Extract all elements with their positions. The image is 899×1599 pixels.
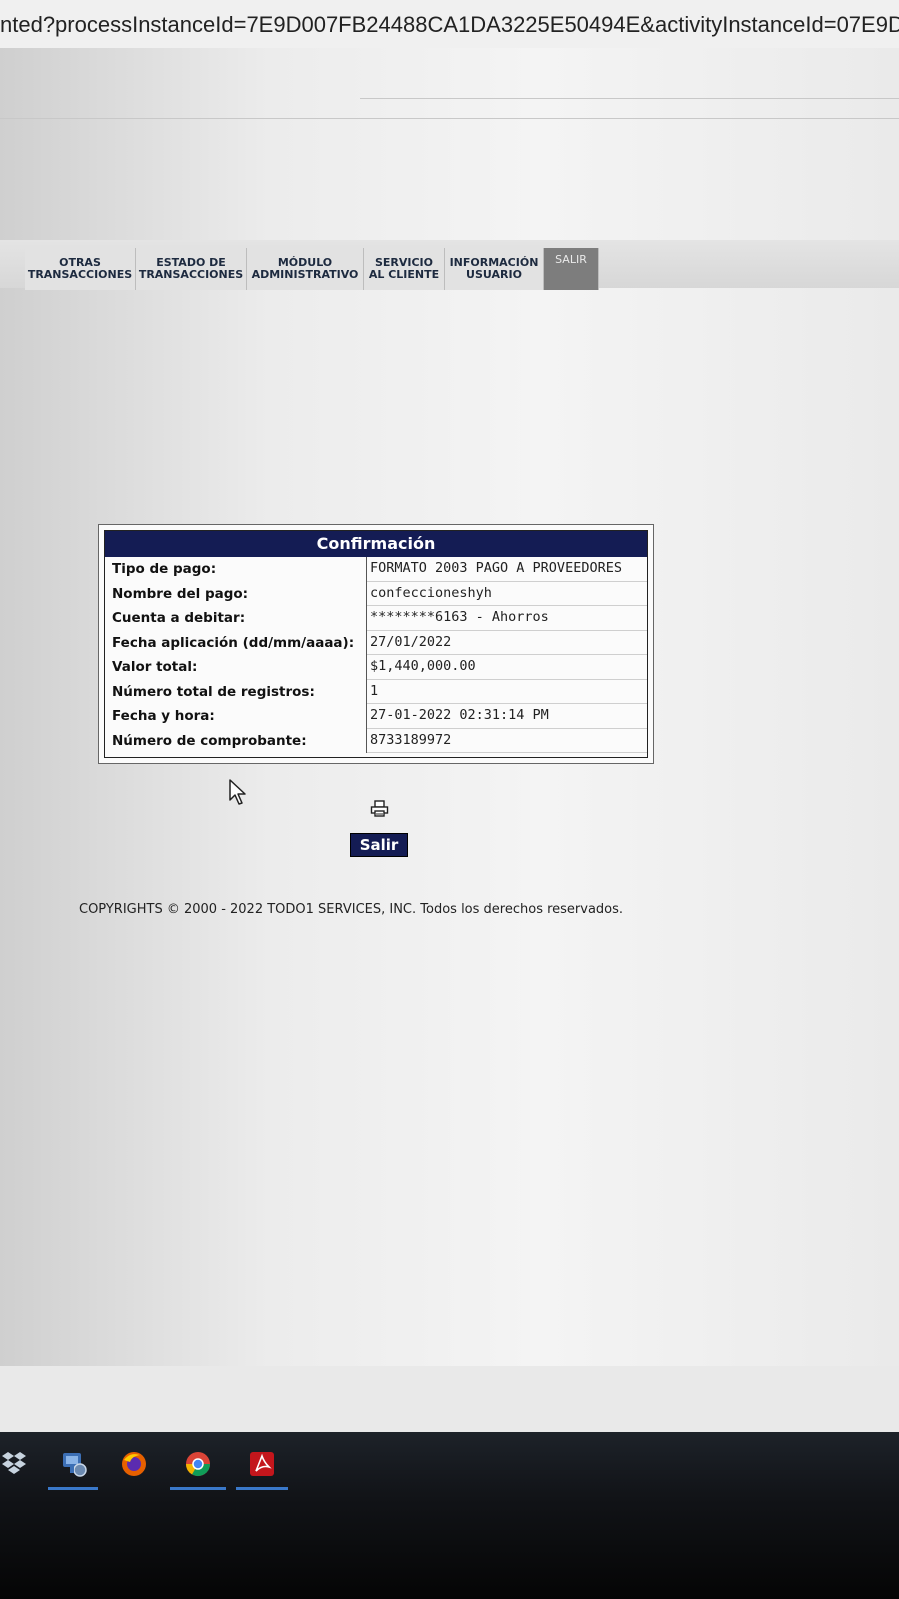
menu-item-label: SALIR	[555, 253, 587, 266]
row-value: confeccioneshyh	[367, 582, 647, 606]
table-row: Fecha aplicación (dd/mm/aaaa): 27/01/202…	[105, 630, 647, 655]
url-text[interactable]: nted?processInstanceId=7E9D007FB24488CA1…	[0, 12, 899, 38]
row-label: Fecha y hora:	[105, 704, 367, 729]
network-app-icon[interactable]	[60, 1450, 88, 1478]
menu-item-label: ADMINISTRATIVO	[251, 268, 359, 281]
table-row: Nombre del pago: confeccioneshyh	[105, 581, 647, 606]
table-row: Fecha y hora: 27-01-2022 02:31:14 PM	[105, 704, 647, 729]
menu-item-label: USUARIO	[466, 268, 522, 281]
row-label: Nombre del pago:	[105, 581, 367, 606]
menu-item-informacion-usuario[interactable]: INFORMACIÓN USUARIO	[445, 248, 544, 290]
dropbox-icon[interactable]	[0, 1450, 28, 1478]
confirmation-table: Confirmación Tipo de pago: FORMATO 2003 …	[104, 530, 648, 758]
table-row: Valor total: $1,440,000.00	[105, 655, 647, 680]
menu-item-servicio-cliente[interactable]: SERVICIO AL CLIENTE	[364, 248, 445, 290]
divider-line	[360, 98, 899, 99]
confirmation-panel: Confirmación Tipo de pago: FORMATO 2003 …	[98, 524, 654, 764]
row-label: Fecha aplicación (dd/mm/aaaa):	[105, 630, 367, 655]
row-value: $1,440,000.00	[367, 655, 647, 680]
row-value: ********6163 - Ahorros	[367, 606, 647, 631]
menu-item-label: TRANSACCIONES	[138, 268, 244, 281]
browser-page: nted?processInstanceId=7E9D007FB24488CA1…	[0, 0, 899, 1432]
table-row: Número de comprobante: 8733189972	[105, 728, 647, 753]
table-row: Tipo de pago: FORMATO 2003 PAGO A PROVEE…	[105, 557, 647, 582]
row-value: FORMATO 2003 PAGO A PROVEEDORES	[367, 557, 647, 582]
copyright-text: COPYRIGHTS © 2000 - 2022 TODO1 SERVICES,…	[79, 902, 624, 917]
exit-button[interactable]: Salir	[350, 833, 408, 857]
row-label: Valor total:	[105, 655, 367, 680]
row-value: 8733189972	[367, 729, 647, 753]
taskbar-active-indicator	[48, 1487, 98, 1490]
row-value: 27-01-2022 02:31:14 PM	[367, 704, 647, 729]
divider-line	[0, 118, 899, 119]
taskbar-active-indicator	[236, 1487, 288, 1490]
main-menu: OTRAS TRANSACCIONES ESTADO DE TRANSACCIONE…	[25, 248, 599, 290]
menu-item-otras-transacciones[interactable]: OTRAS TRANSACCIONES	[25, 248, 136, 290]
row-value: 27/01/2022	[367, 631, 647, 655]
row-label: Número total de registros:	[105, 679, 367, 704]
confirmation-title: Confirmación	[105, 531, 647, 557]
menu-item-label: AL CLIENTE	[368, 268, 440, 281]
chrome-icon[interactable]	[184, 1450, 212, 1478]
row-label: Tipo de pago:	[105, 557, 367, 582]
table-row: Número total de registros: 1	[105, 679, 647, 704]
menu-item-modulo-administrativo[interactable]: MÓDULO ADMINISTRATIVO	[247, 248, 364, 290]
row-label: Número de comprobante:	[105, 728, 367, 753]
address-bar[interactable]: nted?processInstanceId=7E9D007FB24488CA1…	[0, 0, 899, 48]
menu-item-estado-transacciones[interactable]: ESTADO DE TRANSACCIONES	[136, 248, 247, 290]
printer-icon[interactable]	[370, 800, 390, 818]
firefox-icon[interactable]	[120, 1450, 148, 1478]
row-value: 1	[367, 680, 647, 704]
page-bottom-band	[0, 1366, 899, 1432]
menu-item-salir[interactable]: SALIR	[544, 248, 599, 290]
table-row: Cuenta a debitar: ********6163 - Ahorros	[105, 606, 647, 631]
mouse-cursor-icon	[229, 779, 246, 805]
taskbar-active-indicator	[170, 1487, 226, 1490]
acrobat-icon[interactable]	[248, 1450, 276, 1478]
row-label: Cuenta a debitar:	[105, 606, 367, 631]
menu-item-label: TRANSACCIONES	[27, 268, 133, 281]
